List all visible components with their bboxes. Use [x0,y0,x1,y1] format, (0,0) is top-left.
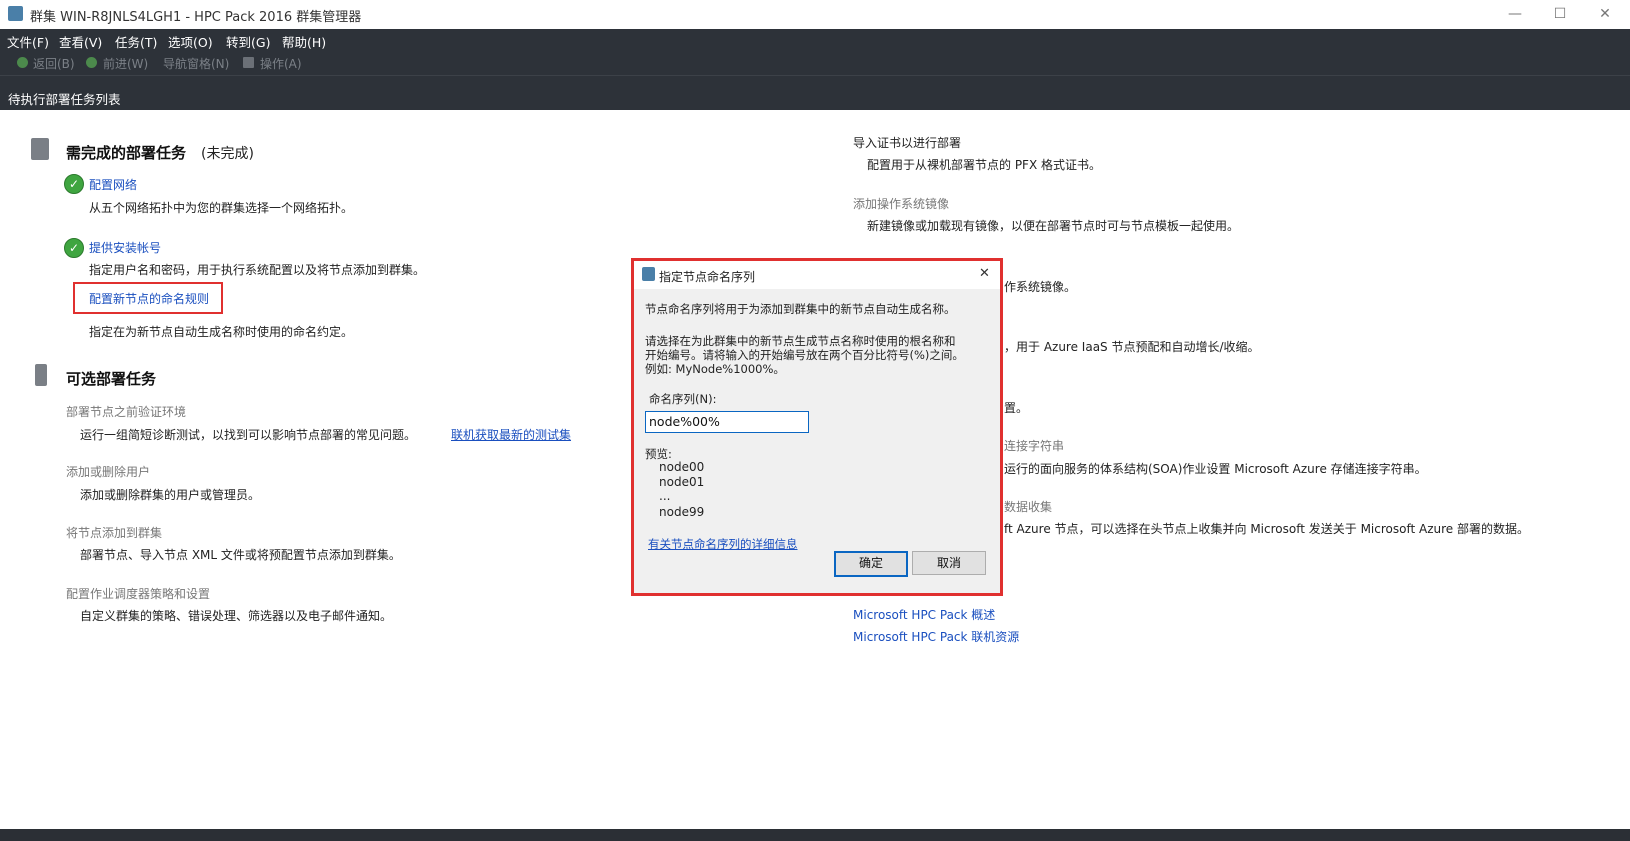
tools-icon [31,138,49,160]
task-description: 指定在为新节点自动生成名称时使用的命名约定。 [89,325,354,339]
menu-bar: 文件(F) 查看(V) 任务(T) 选项(O) 转到(G) 帮助(H) [0,29,1630,51]
menu-goto[interactable]: 转到(G) [226,32,270,51]
check-icon: ✓ [64,238,84,258]
menu-help[interactable]: 帮助(H) [282,32,326,51]
optional-task-title[interactable]: 配置作业调度器策略和设置 [66,585,210,602]
menu-options[interactable]: 选项(O) [168,32,213,51]
task-description: 自定义群集的策略、错误处理、筛选器以及电子邮件通知。 [80,609,393,623]
get-latest-tests-link[interactable]: 联机获取最新的测试集 [451,426,571,443]
right-task-title[interactable]: 导入证书以进行部署 [853,134,961,151]
task-description: 新建镜像或加载现有镜像，以便在部署节点时可与节点模板一起使用。 [867,219,1240,233]
task-naming-rule-link[interactable]: 配置新节点的命名规则 [89,290,209,307]
window-title: 群集 WIN-R8JNLS4LGH1 - HPC Pack 2016 群集管理器 [30,10,362,25]
optional-task-title[interactable]: 将节点添加到群集 [66,524,162,541]
preview-item: node99 [659,505,705,519]
naming-details-link[interactable]: 有关节点命名序列的详细信息 [648,536,798,552]
task-description: 指定用户名和密码，用于执行系统配置以及将节点添加到群集。 [89,263,426,277]
ok-button[interactable]: 确定 [834,551,908,577]
task-install-account-link[interactable]: 提供安装帐号 [89,239,161,256]
naming-sequence-label: 命名序列(N): [649,392,717,406]
section-title: 待执行部署任务列表 [8,92,121,107]
task-configure-network-link[interactable]: 配置网络 [89,176,137,193]
task-description: 从五个网络拓扑中为您的群集选择一个网络拓扑。 [89,201,354,215]
preview-item: node00 [659,460,705,474]
forward-icon [86,57,97,68]
optional-task-title[interactable]: 添加或删除用户 [66,463,150,480]
partial-text: 连接字符串 [1004,439,1065,453]
back-button[interactable]: 返回(B) [33,55,75,72]
maximize-button[interactable]: ☐ [1545,4,1575,24]
status-bar [0,829,1630,841]
back-icon [17,57,28,68]
menu-file[interactable]: 文件(F) [7,32,49,51]
required-status: (未完成) [201,146,254,162]
partial-text: ft Azure 节点，可以选择在头节点上收集并向 Microsoft 发送关于… [1004,522,1529,536]
server-icon [35,364,47,386]
task-description: 运行一组简短诊断测试，以找到可以影响节点部署的常见问题。 [80,428,417,442]
required-heading: 需完成的部署任务 [66,144,187,162]
partial-text: 置。 [1004,401,1029,415]
naming-sequence-input[interactable]: node%00% [645,411,809,433]
menu-tasks[interactable]: 任务(T) [115,32,157,51]
task-description: 添加或删除群集的用户或管理员。 [80,488,261,502]
forward-button[interactable]: 前进(W) [103,55,148,72]
close-button[interactable]: ✕ [1590,4,1620,24]
dialog-example: 例如: MyNode%1000%。 [645,362,785,376]
check-icon: ✓ [64,174,84,194]
menu-view[interactable]: 查看(V) [59,32,102,51]
dialog-close-button[interactable]: ✕ [979,266,990,281]
cancel-button[interactable]: 取消 [912,551,986,575]
naming-sequence-dialog: 指定节点命名序列 ✕ 节点命名序列将用于为添加到群集中的新节点自动生成名称。 请… [631,258,1003,596]
dialog-title: 指定节点命名序列 [659,270,756,284]
task-description: 配置用于从裸机部署节点的 PFX 格式证书。 [867,158,1101,172]
minimize-button[interactable]: — [1500,4,1530,24]
app-icon [8,6,23,21]
nav-pane-button[interactable]: 导航窗格(N) [163,55,229,72]
preview-item: node01 [659,475,705,489]
optional-task-title[interactable]: 部署节点之前验证环境 [66,403,186,420]
preview-item: ... [659,489,671,503]
partial-text: 作系统镜像。 [1004,280,1077,294]
right-task-title[interactable]: 添加操作系统镜像 [853,195,949,212]
dialog-icon [642,267,655,281]
partial-text: 数据收集 [1004,500,1053,514]
dialog-intro: 节点命名序列将用于为添加到群集中的新节点自动生成名称。 [645,302,956,316]
partial-text: ，用于 Azure IaaS 节点预配和自动增长/收缩。 [1004,340,1260,354]
actions-icon [243,57,254,68]
optional-heading: 可选部署任务 [66,370,157,388]
section-header: 待执行部署任务列表 [0,75,1630,111]
partial-text: 运行的面向服务的体系结构(SOA)作业设置 Microsoft Azure 存储… [1004,462,1427,476]
help-overview-link[interactable]: Microsoft HPC Pack 概述 [853,606,995,623]
toolbar: 返回(B) 前进(W) 导航窗格(N) 操作(A) [0,51,1630,75]
title-bar: 群集 WIN-R8JNLS4LGH1 - HPC Pack 2016 群集管理器… [0,0,1630,29]
dialog-title-bar: 指定节点命名序列 ✕ [634,261,1000,289]
help-online-link[interactable]: Microsoft HPC Pack 联机资源 [853,628,1019,645]
task-description: 部署节点、导入节点 XML 文件或将预配置节点添加到群集。 [80,548,401,562]
actions-button[interactable]: 操作(A) [260,55,302,72]
